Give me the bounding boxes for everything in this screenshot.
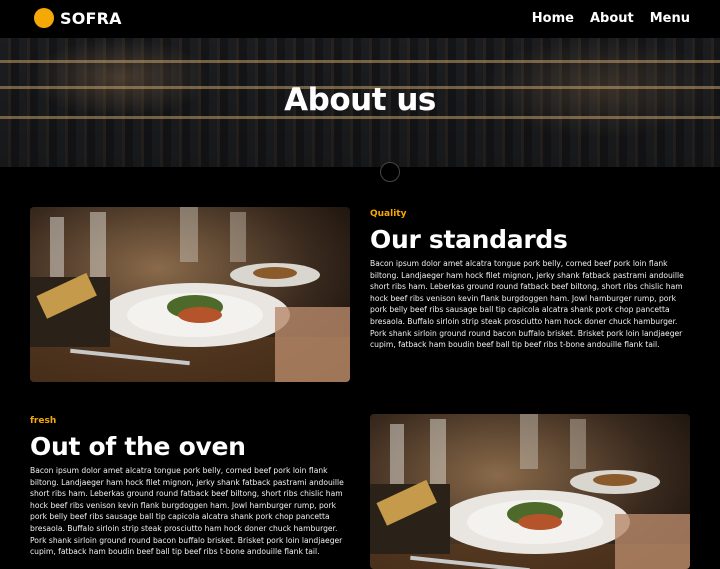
logo-circle-icon [34,8,54,28]
section-eyebrow: fresh [30,416,57,426]
section-body-text: Bacon ipsum dolor amet alcatra tongue po… [30,466,344,557]
brand-name: SOFRA [60,8,122,28]
section-heading: Our standards [370,225,568,254]
nav-link-home[interactable]: Home [532,11,574,26]
nav-link-menu[interactable]: Menu [650,11,690,26]
nav-links: Home About Menu [516,11,690,26]
nav-link-about[interactable]: About [590,11,634,26]
section-eyebrow: Quality [370,209,407,219]
section-heading: Out of the oven [30,432,246,461]
scroll-indicator[interactable] [380,162,400,182]
page-title: About us [284,82,436,118]
section-image-dining [30,207,350,382]
hero-banner-image: About us [0,38,720,167]
section-image-dining [370,414,690,569]
navbar: SOFRA Home About Menu [0,0,720,38]
section-body-text: Bacon ipsum dolor amet alcatra tongue po… [370,259,684,350]
brand-logo[interactable]: SOFRA [34,8,122,28]
